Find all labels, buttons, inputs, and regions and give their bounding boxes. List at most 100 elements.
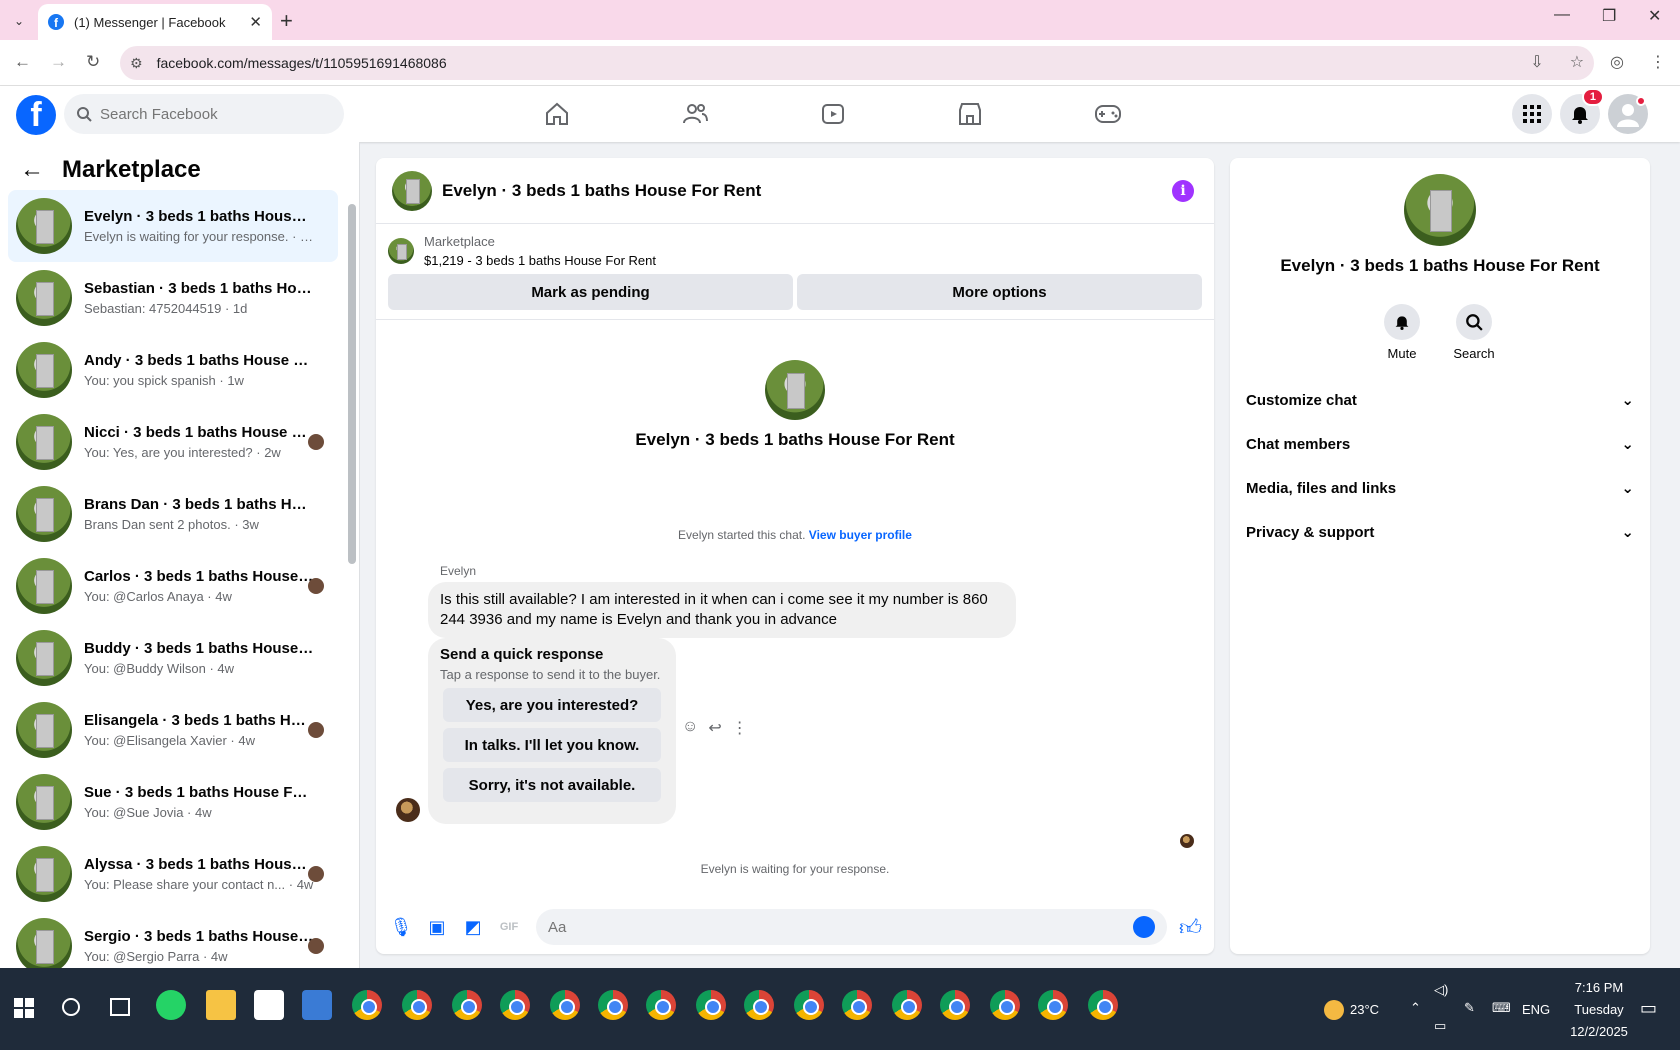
video-icon[interactable] [813,96,853,132]
message-bubble[interactable]: Is this still available? I am interested… [428,582,1016,638]
reply-icon[interactable]: ↩ [708,718,721,738]
mark-as-pending-button[interactable]: Mark as pending [388,274,793,310]
account-avatar[interactable] [1608,94,1648,134]
weather-icon[interactable] [1324,1000,1344,1020]
chrome-icon[interactable] [598,990,628,1020]
section-customize-chat[interactable]: Customize chat ⌄ [1246,380,1634,420]
profile-icon[interactable]: ◎ [1610,52,1624,72]
listing-price[interactable]: $1,219 - 3 beds 1 baths House For Rent [424,253,656,268]
react-emoji-icon[interactable]: ☺ [682,718,698,738]
site-info-icon[interactable]: ⚙ [130,55,143,72]
network-icon[interactable]: ▭ [1434,1018,1446,1034]
volume-icon[interactable]: ◁) [1434,982,1448,998]
url-bar[interactable]: ⚙ facebook.com/messages/t/11059516914680… [120,46,1594,80]
chat-avatar[interactable] [392,170,432,211]
file-explorer-icon[interactable] [206,990,236,1020]
sidebar-scrollbar[interactable] [348,194,356,964]
chat-title[interactable]: Evelyn · 3 beds 1 baths House For Rent [442,181,761,201]
conversation-item[interactable]: Evelyn · 3 beds 1 baths House For Rent Ev… [8,190,338,262]
cortana-search-icon[interactable] [62,998,80,1016]
chrome-icon[interactable] [892,990,922,1020]
mute-button[interactable]: Mute [1372,304,1432,361]
chrome-icon[interactable] [696,990,726,1020]
back-arrow-icon[interactable]: ← [20,156,44,184]
marketplace-icon[interactable] [950,96,990,132]
chrome-icon[interactable] [646,990,676,1020]
clock-time[interactable]: 7:16 PM [1568,980,1630,995]
search-input[interactable] [100,105,320,123]
chrome-icon[interactable] [940,990,970,1020]
conversation-item[interactable]: Sue · 3 beds 1 baths House For Rent You: … [8,766,338,838]
scrollbar-thumb[interactable] [348,204,356,564]
chrome-icon[interactable] [550,990,580,1020]
url-text[interactable]: facebook.com/messages/t/1105951691468086 [157,55,447,71]
facebook-logo-icon[interactable]: f [16,95,56,135]
back-icon[interactable]: ← [14,52,31,72]
capcut-icon[interactable] [254,990,284,1020]
new-tab-icon[interactable]: + [280,8,293,34]
listing-thumbnail[interactable] [388,238,414,264]
chrome-icon[interactable] [402,990,432,1020]
tab-search-icon[interactable]: ⌄ [8,10,30,32]
browser-tab[interactable]: f (1) Messenger | Facebook ✕ [38,4,272,40]
whatsapp-icon[interactable] [156,990,186,1020]
info-avatar[interactable] [1404,174,1476,246]
conversation-item[interactable]: Andy · 3 beds 1 baths House For Rent You:… [8,334,338,406]
conversation-item[interactable]: Buddy · 3 beds 1 baths House For Rent You… [8,622,338,694]
microphone-icon[interactable]: 🎙︎ [388,914,414,940]
tray-chevron-up-icon[interactable]: ⌃ [1410,1000,1421,1016]
photo-icon[interactable]: ▣ [424,914,450,940]
message-input-wrapper[interactable] [536,909,1167,945]
view-buyer-profile-link[interactable]: View buyer profile [809,528,912,542]
more-kebab-icon[interactable]: ⋮ [732,718,748,738]
chrome-icon[interactable] [794,990,824,1020]
conversation-item[interactable]: Sebastian · 3 beds 1 baths House For Ren… [8,262,338,334]
weather-temp[interactable]: 23°C [1350,1002,1379,1017]
chrome-icon[interactable] [452,990,482,1020]
more-options-button[interactable]: More options [797,274,1202,310]
section-media-files-links[interactable]: Media, files and links ⌄ [1246,468,1634,508]
home-icon[interactable] [537,96,577,132]
chrome-icon[interactable] [1038,990,1068,1020]
minimize-icon[interactable]: — [1554,6,1570,24]
section-chat-members[interactable]: Chat members ⌄ [1246,424,1634,464]
clock-date[interactable]: 12/2/2025 [1562,1024,1636,1039]
sticker-icon[interactable]: ◩ [460,914,486,940]
chrome-icon[interactable] [500,990,530,1020]
reload-icon[interactable]: ↻ [86,52,100,72]
conversation-item[interactable]: Brans Dan · 3 beds 1 baths House For Ren… [8,478,338,550]
conversation-item[interactable]: Nicci · 3 beds 1 baths House For Rent You… [8,406,338,478]
quick-response-in-talks-button[interactable]: In talks. I'll let you know. [443,728,661,762]
chrome-icon[interactable] [842,990,872,1020]
bookmark-star-icon[interactable]: ☆ [1570,52,1584,72]
menu-grid-icon[interactable] [1512,94,1552,134]
pen-icon[interactable]: ✎ [1464,1000,1475,1016]
quick-response-yes-button[interactable]: Yes, are you interested? [443,688,661,722]
quick-response-not-available-button[interactable]: Sorry, it's not available. [443,768,661,802]
sender-avatar[interactable] [396,798,420,822]
restore-icon[interactable]: ❐ [1602,6,1616,26]
message-input[interactable] [548,918,1133,936]
install-icon[interactable]: ⇩ [1530,52,1543,72]
clock-day[interactable]: Tuesday [1568,1002,1630,1017]
action-center-icon[interactable]: ▭ [1640,998,1657,1019]
keyboard-icon[interactable]: ⌨ [1492,1000,1511,1016]
language-indicator[interactable]: ENG [1522,1002,1550,1017]
facebook-search[interactable] [64,94,344,134]
tab-close-icon[interactable]: ✕ [249,13,262,31]
search-in-chat-button[interactable]: Search [1444,304,1504,361]
conversation-item[interactable]: Carlos · 3 beds 1 baths House For Rent Yo… [8,550,338,622]
info-icon[interactable]: i [1172,180,1194,202]
menu-kebab-icon[interactable]: ⋮ [1650,52,1666,72]
thumbs-up-icon[interactable]: 👍︎ [1179,914,1202,941]
notifications-bell-icon[interactable]: 1 [1560,88,1604,134]
windows-start-icon[interactable] [14,998,34,1018]
forward-icon[interactable]: → [50,52,67,72]
conversation-item[interactable]: Alyssa · 3 beds 1 baths House For Rent Yo… [8,838,338,910]
chrome-icon[interactable] [352,990,382,1020]
chrome-icon[interactable] [990,990,1020,1020]
section-privacy-support[interactable]: Privacy & support ⌄ [1246,512,1634,552]
chrome-icon[interactable] [744,990,774,1020]
emoji-icon[interactable] [1133,916,1155,938]
task-view-icon[interactable] [110,998,130,1016]
